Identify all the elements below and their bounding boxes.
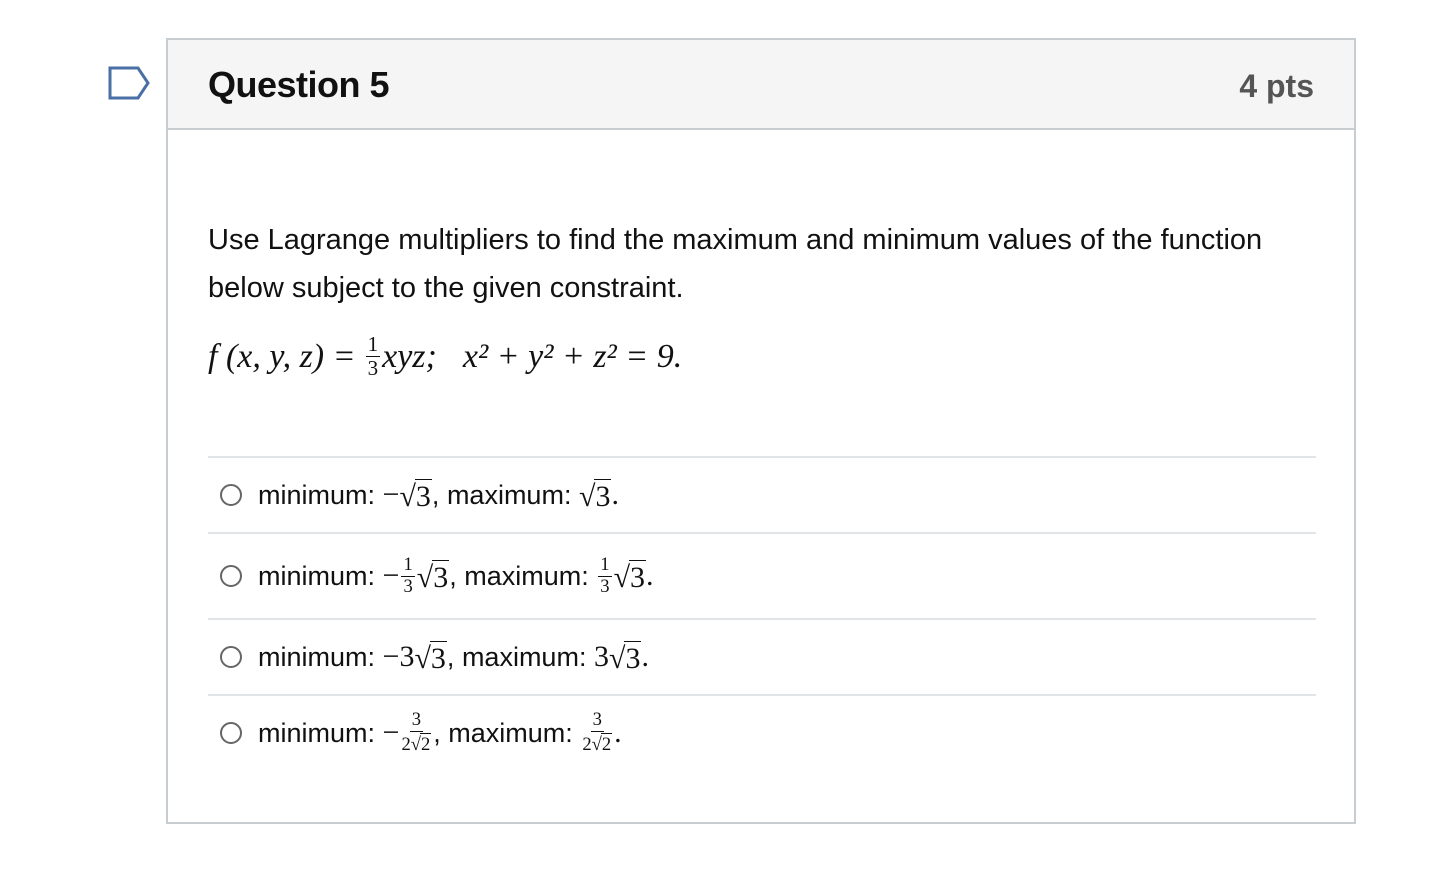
radio-button-2[interactable]: [220, 565, 242, 587]
answer-max-label: maximum:: [461, 641, 587, 672]
formula-lhs: f (x, y, z) =: [208, 337, 356, 375]
answer-label-1[interactable]: minimum: − √ 3 , maximum: √ 3.: [258, 478, 619, 512]
bookmark-flag-icon[interactable]: [108, 66, 152, 100]
answer-option-4[interactable]: minimum: −3 2 √ 2 , maximum: 3 2 √ 2.: [208, 694, 1316, 770]
formula-constraint: x² + y² + z² = 9.: [462, 337, 683, 375]
formula-expression: xyz;: [382, 337, 437, 375]
answer-min-value: − √ 3: [382, 478, 432, 513]
question-title: Question 5: [208, 64, 390, 105]
answer-list: minimum: − √ 3 , maximum: √ 3. minimum: −1 3…: [208, 456, 1316, 770]
answer-max-label: maximum:: [448, 717, 573, 748]
answer-label-4[interactable]: minimum: −3 2 √ 2 , maximum: 3 2 √ 2.: [258, 711, 622, 754]
question-prompt: Use Lagrange multipliers to find the max…: [208, 224, 1263, 304]
answer-min-label: minimum:: [258, 479, 376, 510]
formula-fraction-num: 1: [365, 332, 381, 358]
answer-max-label: maximum:: [446, 479, 572, 510]
answer-max-value: 3 2 √ 2.: [582, 709, 622, 755]
answer-option-2[interactable]: minimum: −1 3 √ 3 , maximum: 1 3 √ 3.: [208, 532, 1316, 618]
answer-max-label: maximum:: [464, 560, 589, 591]
formula-fraction-den: 3: [367, 356, 379, 381]
radio-button-3[interactable]: [220, 646, 242, 668]
formula-fraction: 1 3: [365, 332, 381, 381]
answer-option-3[interactable]: minimum: −3 √ 3 , maximum: 3 √ 3.: [208, 618, 1316, 694]
question-header: Question 5 4 pts: [168, 40, 1354, 130]
answer-min-value: −3 2 √ 2: [382, 709, 432, 755]
question-formula: f (x, y, z) = 1 3 xyz; x² + y² + z² = 9.: [208, 332, 683, 381]
answer-max-value: 3 √ 3.: [593, 640, 649, 675]
answer-min-label: minimum:: [258, 641, 376, 672]
answer-min-label: minimum:: [258, 560, 376, 591]
answer-label-3[interactable]: minimum: −3 √ 3 , maximum: 3 √ 3.: [258, 640, 649, 674]
radio-button-1[interactable]: [220, 484, 242, 506]
answer-min-label: minimum:: [258, 717, 376, 748]
answer-min-value: −1 3 √ 3: [382, 553, 450, 597]
answer-max-value: 1 3 √ 3.: [598, 553, 654, 597]
answer-max-value: √ 3.: [578, 478, 619, 513]
answer-min-value: −3 √ 3: [382, 640, 447, 675]
radio-button-4[interactable]: [220, 722, 242, 744]
question-card: Question 5 4 pts Use Lagrange multiplier…: [166, 38, 1356, 824]
question-points: 4 pts: [1239, 68, 1314, 104]
answer-label-2[interactable]: minimum: −1 3 √ 3 , maximum: 1 3 √ 3.: [258, 553, 654, 597]
answer-option-1[interactable]: minimum: − √ 3 , maximum: √ 3.: [208, 456, 1316, 532]
